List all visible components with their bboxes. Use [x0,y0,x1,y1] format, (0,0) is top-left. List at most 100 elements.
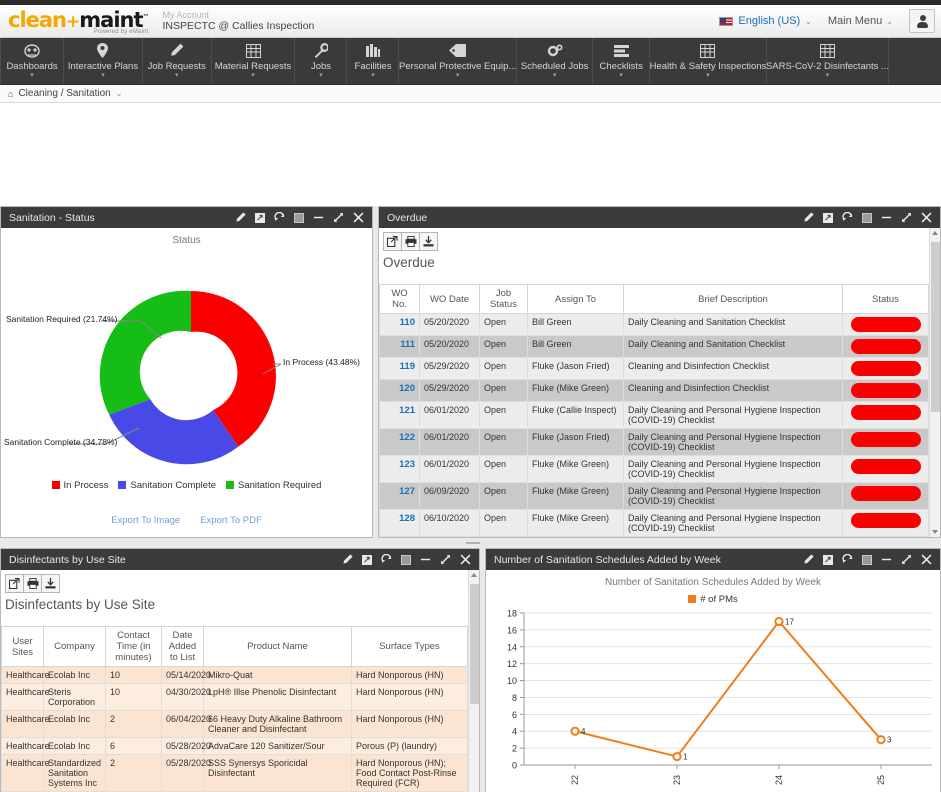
download-button[interactable] [419,232,438,251]
table-row[interactable]: 110 05/20/2020 Open Bill Green Daily Cleanin… [379,313,929,336]
table-row[interactable]: 121 06/01/2020 Open Fluke (Callie Inspect) D… [379,401,929,429]
donut-chart[interactable]: Sanitation Required (21.74%) In Process … [1,246,372,476]
minimize-icon[interactable] [881,212,892,223]
cell-wo-number[interactable]: 129 [379,536,420,537]
cell-wo-number[interactable]: 123 [379,455,420,483]
export-to-pdf-link[interactable]: Export To PDF [200,515,262,526]
export-to-image-link[interactable]: Export To Image [111,515,180,526]
pencil-icon[interactable] [235,212,246,223]
column-header[interactable]: Assign To [527,284,624,314]
vertical-scrollbar[interactable] [929,228,940,537]
cell-wo-number[interactable]: 128 [379,509,420,537]
table-row[interactable]: 128 06/10/2020 Open Fluke (Mike Green) Daily… [379,509,929,537]
cell-wo-number[interactable]: 121 [379,401,420,429]
table-row[interactable]: Healthcare Steris Corporation 10 04/30/2020… [1,683,468,711]
export-button[interactable] [383,232,402,251]
print-button[interactable] [401,232,420,251]
nav-item-jobs[interactable]: Jobs ▾ [295,38,348,84]
table-row[interactable]: Healthcare Standardized Sanitation System… [1,754,468,792]
pencil-icon[interactable] [803,554,814,565]
table-row[interactable]: 123 06/01/2020 Open Fluke (Mike Green) Daily… [379,455,929,483]
close-icon[interactable] [921,212,932,223]
popout-icon[interactable] [823,212,833,223]
close-icon[interactable] [353,212,364,223]
cell-wo-number[interactable]: 111 [379,335,420,358]
maximize-icon[interactable] [901,212,912,223]
nav-item-sars-cov-2-disinfectants[interactable]: SARS-CoV-2 Disinfectants ... ▾ [766,38,889,84]
close-icon[interactable] [460,554,471,565]
account-block[interactable]: My Account INSPECTC @ Callies Inspection [163,10,315,32]
popout-icon[interactable] [255,212,265,223]
table-row[interactable]: 111 05/20/2020 Open Bill Green Daily Cleanin… [379,335,929,358]
export-button[interactable] [5,574,24,593]
nav-item-dashboards[interactable]: Dashboards ▾ [0,38,65,84]
pencil-icon[interactable] [803,212,814,223]
disinfectants-table-scroll[interactable]: User Sites Company Contact Time (in minute… [1,626,468,792]
column-header[interactable]: Brief Description [623,284,843,314]
scroll-up-arrow-icon[interactable] [932,231,938,235]
maximize-icon[interactable] [333,212,344,223]
minimize-icon[interactable] [420,554,431,565]
column-header[interactable]: Product Name [203,626,352,667]
download-button[interactable] [41,574,60,593]
restore-icon[interactable] [862,554,872,565]
scroll-up-arrow-icon[interactable] [471,573,477,577]
column-header[interactable]: WO No. [379,284,420,314]
nav-item-scheduled-jobs[interactable]: Scheduled Jobs ▾ [517,38,594,84]
table-row[interactable]: 12906/10/2020OpenFluke (Mike Green)Routi… [379,536,929,537]
table-row[interactable]: 122 06/01/2020 Open Fluke (Jason Fried) Dail… [379,428,929,456]
legend-item[interactable]: In Process [51,480,108,491]
restore-icon[interactable] [294,212,304,223]
nav-item-personal-protective-equip[interactable]: Personal Protective Equip... ▾ [399,38,517,84]
refresh-icon[interactable] [842,212,853,223]
language-selector[interactable]: English (US) ⌄ [719,15,812,27]
cell-wo-number[interactable]: 122 [379,428,420,456]
column-header[interactable]: Job Status [479,284,528,314]
restore-icon[interactable] [401,554,411,565]
vertical-scrollbar[interactable] [468,570,479,792]
nav-item-checklists[interactable]: Checklists ▾ [593,38,650,84]
table-row[interactable]: 120 05/29/2020 Open Fluke (Mike Green) Clean… [379,379,929,402]
maximize-icon[interactable] [440,554,451,565]
breadcrumb[interactable]: ⌂ Cleaning / Sanitation ⌄ [0,85,941,103]
popout-icon[interactable] [823,554,833,565]
print-button[interactable] [23,574,42,593]
line-chart[interactable]: 0 2 4 6 8 10 12 14 16 18 4 22 1 23 17 24 3 25 [486,605,940,792]
column-header[interactable]: User Sites [1,626,44,667]
pencil-icon[interactable] [342,554,353,565]
app-logo[interactable]: clean+maint™ Powered by eMaint [0,7,150,36]
legend-item[interactable]: Sanitation Complete [118,480,216,491]
table-row[interactable]: 119 05/29/2020 Open Fluke (Jason Fried) Clea… [379,357,929,380]
column-header[interactable]: Company [43,626,106,667]
popout-icon[interactable] [362,554,372,565]
nav-item-job-requests[interactable]: Job Requests ▾ [143,38,212,84]
refresh-icon[interactable] [842,554,853,565]
maximize-icon[interactable] [901,554,912,565]
chevron-down-icon[interactable]: ⌄ [116,89,123,98]
table-row[interactable]: Healthcare Ecolab Inc 6 05/28/2020 AdvaCare … [1,737,468,755]
legend-item[interactable]: # of PMs [688,594,738,605]
nav-item-interactive-plans[interactable]: Interactive Plans ▾ [64,38,143,84]
nav-item-material-requests[interactable]: Material Requests ▾ [212,38,296,84]
table-row[interactable]: Healthcare Ecolab Inc 2 06/04/2020 66 Heavy … [1,710,468,738]
close-icon[interactable] [921,554,932,565]
cell-wo-number[interactable]: 110 [379,313,420,336]
table-row[interactable]: 127 06/09/2020 Open Fluke (Mike Green) Daily… [379,482,929,510]
legend-item[interactable]: Sanitation Required [226,480,321,491]
column-header[interactable]: WO Date [419,284,480,314]
refresh-icon[interactable] [381,554,392,565]
nav-item-facilities[interactable]: Facilities ▾ [347,38,400,84]
column-header[interactable]: Status [842,284,929,314]
refresh-icon[interactable] [274,212,285,223]
nav-item-health-safety-inspections[interactable]: Health & Safety Inspections ▾ [650,38,767,84]
column-header[interactable]: Contact Time (in minutes) [105,626,162,667]
minimize-icon[interactable] [881,554,892,565]
column-header[interactable]: Surface Types [351,626,468,667]
scroll-down-arrow-icon[interactable] [932,530,938,534]
scrollbar-thumb[interactable] [931,242,940,412]
column-header[interactable]: Date Added to List [161,626,204,667]
user-avatar-button[interactable] [909,9,935,33]
scrollbar-thumb[interactable] [470,584,479,704]
overdue-table-scroll[interactable]: WO No. WO Date Job Status Assign To Brief De… [379,284,929,537]
restore-icon[interactable] [862,212,872,223]
